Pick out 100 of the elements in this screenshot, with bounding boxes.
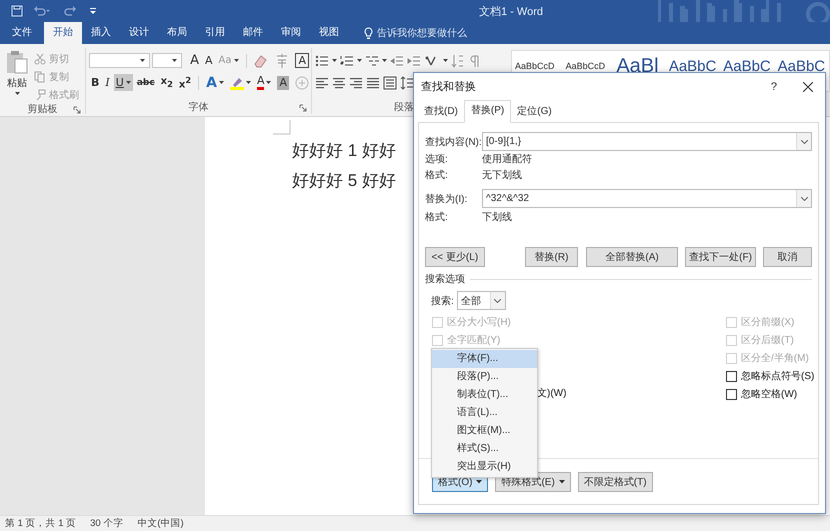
font-name-field[interactable] [89,53,150,68]
group-label: 字体 [188,100,208,114]
field-label: 查找内容(N): [425,136,482,148]
ribbon-tab[interactable]: 审阅 [272,22,310,44]
info-value: 无下划线 [482,168,522,182]
group-label: 剪贴板 [28,102,58,116]
font-size-field[interactable] [152,53,182,68]
subscript-button[interactable]: x$_{2}$ [158,74,175,91]
dialog-button[interactable]: << 更少(L) [425,247,485,267]
eraser-icon[interactable] [253,54,270,68]
ribbon-tab[interactable]: 邮件 [234,22,272,44]
highlighter-icon[interactable] [230,76,244,90]
increase-indent-icon[interactable] [407,54,421,68]
status-text: 中文(中国) [137,517,184,530]
save-icon[interactable] [11,5,23,17]
dialog-tab[interactable]: 查找(D) [418,102,464,122]
caret-icon [476,480,482,484]
line-spacing-icon[interactable] [400,76,414,90]
character-shading-button[interactable]: A [275,74,291,91]
paste-button[interactable]: 粘贴 [0,48,34,102]
menu-item[interactable]: 制表位(T)... [432,386,537,404]
input-field[interactable]: ^32^&^32 [482,189,812,208]
close-icon[interactable] [803,82,813,92]
caret-icon [332,59,337,62]
copy-icon [34,71,46,83]
multilevel-list-icon[interactable] [365,54,379,68]
status-text: 第 1 页，共 1 页 [5,517,76,530]
ribbon-tab[interactable]: 布局 [158,22,196,44]
caret-icon [357,59,362,62]
caret-icon [443,59,448,62]
ribbon-tab[interactable]: 视图 [310,22,348,44]
customize-icon[interactable] [89,5,97,17]
text-effects-button[interactable]: A [204,74,226,91]
dialog-button[interactable]: 替换(R) [524,247,578,267]
align-right-icon[interactable] [349,76,363,90]
checkbox[interactable]: 忽略空格(W) [726,385,798,403]
info-value: 使用通配符 [482,152,532,166]
crop-mark-icon [273,120,291,135]
caret-icon [14,92,20,95]
sort-icon[interactable] [451,54,465,68]
ribbon-tab[interactable]: 引用 [196,22,234,44]
caret-icon [218,81,224,84]
window-title: 文档1 - Word [479,4,543,18]
chevron-down-icon [800,140,808,144]
info-label: 格式: [425,210,449,224]
ribbon-tab[interactable]: 文件 [0,22,44,44]
dialog-tab[interactable]: 替换(P) [464,100,512,123]
italic-button[interactable]: I [103,74,112,91]
shrink-font-button[interactable]: A [203,52,215,69]
dialog-button[interactable]: 取消 [763,247,812,267]
help-button[interactable]: ? [770,80,777,92]
bullet-list-icon[interactable] [315,54,329,68]
superscript-button[interactable]: x$^{2}$ [176,74,194,91]
bold-button[interactable]: B [89,74,102,91]
info-label: 选项: [425,152,449,166]
clipboard-icon [6,50,28,74]
numbered-list-icon[interactable] [340,54,354,68]
search-field[interactable]: 告诉我你想要做什么 [377,26,467,40]
dialog-button[interactable]: 全部替换(A) [586,247,678,267]
pilcrow-icon[interactable] [468,54,480,68]
input-field[interactable]: [0-9]{1,} [482,132,812,151]
strikethrough-button[interactable]: abc [134,74,157,91]
group-label: 段落 [394,100,414,114]
dialog-tab[interactable]: 定位(G) [511,102,558,122]
undo-icon[interactable] [33,5,51,17]
caret-icon [126,81,131,84]
decrease-indent-icon[interactable] [390,54,404,68]
dialog-title: 查找和替换 [421,80,477,94]
info-label: 格式: [425,168,449,182]
caret-icon [234,59,239,62]
scissors-icon [34,53,46,65]
ribbon-tab[interactable]: 开始 [44,22,82,44]
font-color-button[interactable]: A [254,74,274,91]
launcher-icon[interactable] [299,104,307,112]
launcher-icon[interactable] [73,106,81,114]
search-dropdown[interactable]: 全部 [456,291,506,310]
menu-item[interactable]: 样式(S)... [432,440,537,458]
menu-item[interactable]: 字体(F)... [432,350,537,368]
align-center-icon[interactable] [332,76,346,90]
align-left-icon[interactable] [315,76,329,90]
format-dropdown-button[interactable]: 不限定格式(T) [578,472,653,492]
character-border-button[interactable]: A [293,52,311,69]
dialog-button[interactable]: 查找下一处(F) [684,247,756,267]
ribbon-tab[interactable]: 插入 [82,22,120,44]
chevron-down-icon [800,196,808,200]
menu-item[interactable]: 图文框(M)... [432,422,537,440]
ribbon-tab[interactable]: 设计 [120,22,158,44]
checkbox[interactable]: 忽略标点符号(S) [726,367,814,385]
paintbrush-icon [34,89,46,101]
distributed-icon[interactable] [383,76,397,90]
caret-icon [558,480,565,484]
menu-item[interactable]: 段落(P)... [432,368,537,386]
justify-icon[interactable] [366,76,380,90]
grow-font-button[interactable]: A [188,52,202,69]
menu-item[interactable]: 语言(L)... [432,404,537,422]
field-label: 搜索: [431,294,454,308]
document-text: 好好好 5 好好 [292,170,396,192]
caret-icon [246,81,251,84]
underline-button[interactable]: U [114,74,133,91]
status-text: 30 个字 [90,517,124,530]
